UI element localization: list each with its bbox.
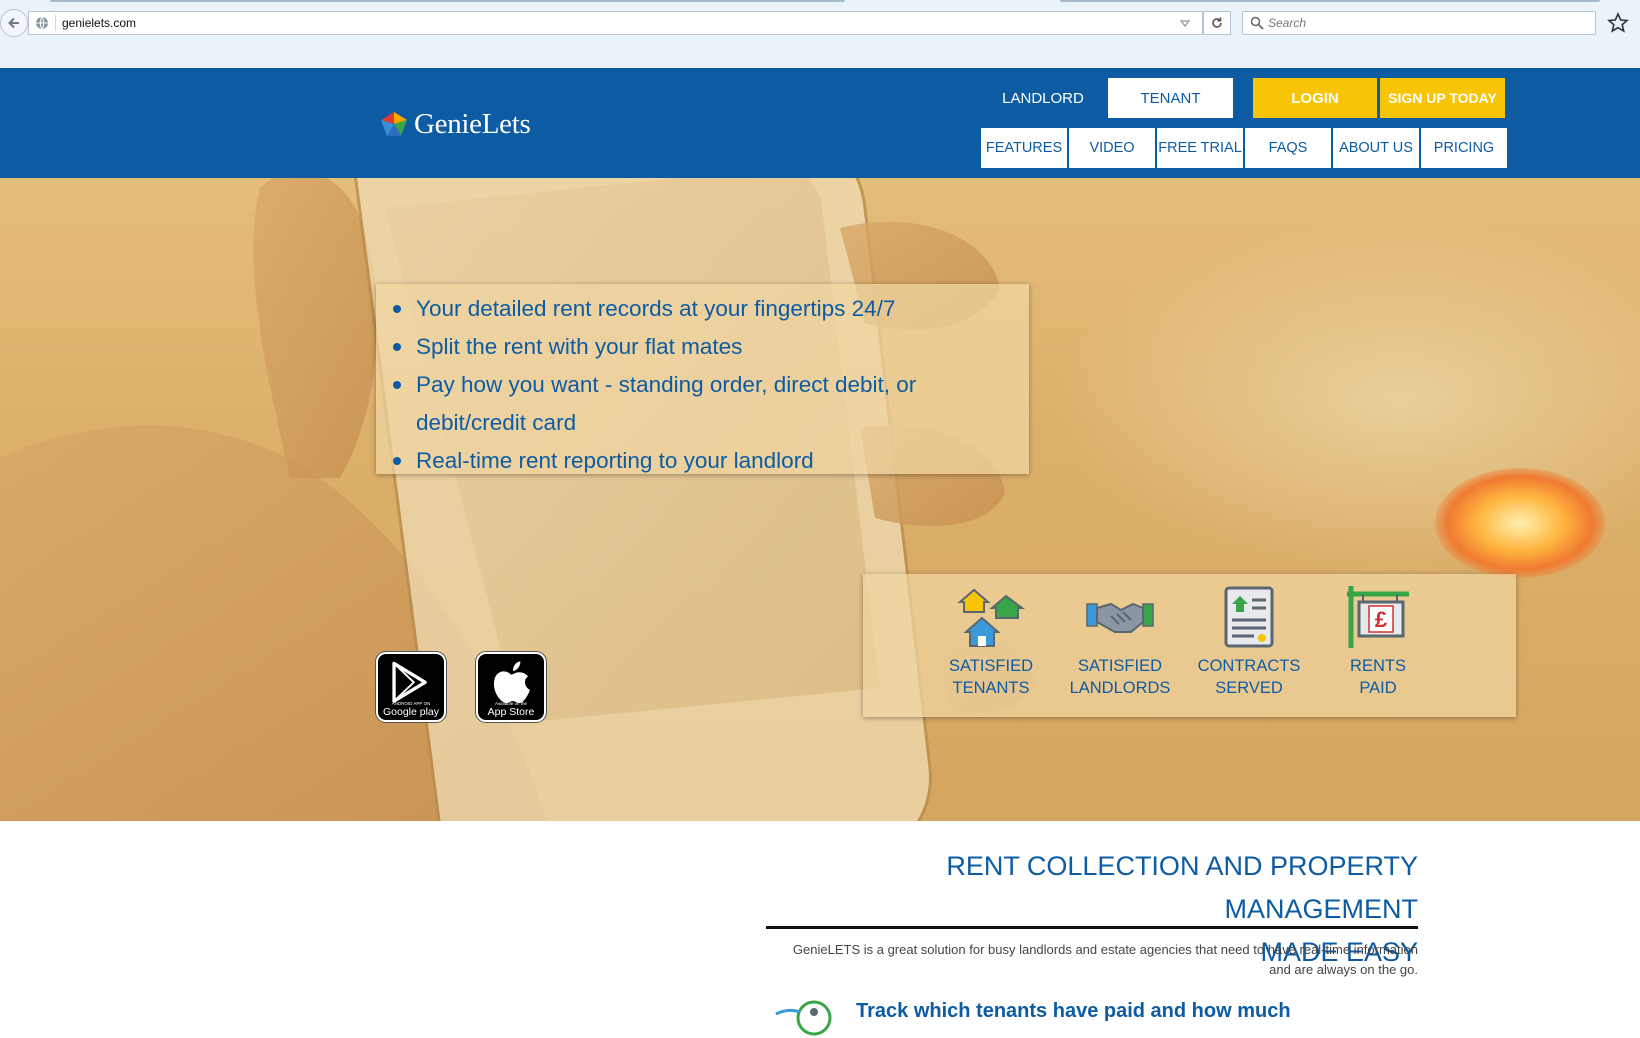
address-bar[interactable]: genielets.com: [28, 11, 1203, 35]
stat-contracts-served: CONTRACTS SERVED: [1184, 582, 1314, 699]
globe-icon: [36, 16, 48, 30]
divider: [766, 926, 1418, 929]
address-separator: [55, 15, 56, 31]
tab-strip: [0, 0, 1640, 3]
nav-free-trial[interactable]: FREE TRIAL: [1157, 128, 1243, 168]
nav-pricing[interactable]: PRICING: [1421, 128, 1507, 168]
stat-satisfied-tenants: SATISFIED TENANTS: [926, 582, 1056, 699]
nav-video[interactable]: VIDEO: [1069, 128, 1155, 168]
url-text[interactable]: genielets.com: [62, 16, 136, 30]
hero-benefits-box: Your detailed rent records at your finge…: [376, 284, 1029, 474]
nav-features[interactable]: FEATURES: [981, 128, 1067, 168]
back-arrow-icon: [8, 17, 19, 29]
stat-label: SATISFIED TENANTS: [926, 655, 1056, 699]
bookmark-star-icon[interactable]: [1607, 12, 1629, 34]
stat-label: RENTS PAID: [1313, 655, 1443, 699]
benefit-item: Split the rent with your flat mates: [393, 328, 976, 366]
benefit-item: Pay how you want - standing order, direc…: [393, 366, 976, 442]
tenant-tab[interactable]: TENANT: [1108, 78, 1233, 118]
stat-label-line: SERVED: [1215, 679, 1283, 697]
pound-sign-icon: £: [1347, 586, 1409, 648]
genielets-logo-icon: [381, 111, 407, 136]
light-flare: [1435, 468, 1605, 578]
feature-heading: Track which tenants have paid and how mu…: [856, 1000, 1291, 1022]
login-button[interactable]: LOGIN: [1253, 78, 1377, 118]
hero-banner: Your detailed rent records at your finge…: [0, 178, 1640, 821]
stat-label-line: SATISFIED: [1077, 657, 1163, 675]
landlord-tab[interactable]: LANDLORD: [988, 78, 1098, 118]
stat-label-line: SATISFIED: [948, 657, 1034, 675]
logo[interactable]: GenieLets: [377, 108, 531, 141]
google-play-caption: Google play: [382, 706, 440, 718]
brand-name: GenieLets: [414, 108, 531, 140]
tab-edge[interactable]: [1060, 0, 1600, 2]
stats-panel: SATISFIED TENANTS SATISFIED LANDLORDS CO…: [863, 574, 1516, 717]
stat-rents-paid: £ RENTS PAID: [1313, 582, 1443, 699]
stat-label-line: CONTRACTS: [1197, 657, 1301, 675]
benefit-item: Real-time rent reporting to your landlor…: [393, 442, 976, 480]
tagline-line: RENT COLLECTION AND PROPERTY MANAGEMENT: [946, 851, 1418, 924]
benefit-item: Your detailed rent records at your finge…: [393, 290, 976, 328]
handshake-icon: [1086, 602, 1154, 633]
reload-icon: [1212, 17, 1222, 28]
stat-label-line: TENANTS: [952, 679, 1030, 697]
search-icon: [1250, 16, 1264, 30]
intro-text: GenieLETS is a great solution for busy l…: [766, 940, 1418, 980]
stat-label-line: LANDLORDS: [1069, 679, 1171, 697]
search-input[interactable]: [1268, 14, 1588, 32]
svg-text:£: £: [1375, 607, 1388, 632]
browser-toolbar: genielets.com: [0, 0, 1640, 68]
dropdown-arrow-icon[interactable]: [1179, 17, 1191, 29]
signup-button[interactable]: SIGN UP TODAY: [1380, 78, 1505, 118]
houses-icon: [957, 588, 1025, 647]
intro-line: and are always on the go.: [1269, 962, 1418, 977]
nav-about-us[interactable]: ABOUT US: [1333, 128, 1419, 168]
hand-holding-phone-image: [0, 178, 1035, 821]
intro-line: GenieLETS is a great solution for busy l…: [792, 942, 1418, 957]
feature-icon: [775, 1000, 832, 1036]
main-nav: FEATURES VIDEO FREE TRIAL FAQS ABOUT US …: [981, 128, 1509, 168]
stat-label-line: PAID: [1359, 679, 1397, 697]
tab-edge[interactable]: [50, 0, 845, 2]
stat-label: SATISFIED LANDLORDS: [1055, 655, 1185, 699]
stat-label: CONTRACTS SERVED: [1184, 655, 1314, 699]
contract-icon: [1224, 586, 1274, 648]
site-header: GenieLets LANDLORD TENANT LOGIN SIGN UP …: [0, 68, 1640, 178]
search-bar[interactable]: [1242, 11, 1596, 35]
stat-label-line: RENTS: [1350, 657, 1406, 675]
stat-satisfied-landlords: SATISFIED LANDLORDS: [1055, 582, 1185, 699]
reload-button[interactable]: [1203, 11, 1231, 35]
google-play-badge[interactable]: ANDROID APP ON Google play: [376, 652, 446, 722]
back-button[interactable]: [0, 9, 28, 37]
nav-faqs[interactable]: FAQS: [1245, 128, 1331, 168]
app-store-badge[interactable]: Available on the App Store: [476, 652, 546, 722]
app-store-caption: App Store: [487, 706, 535, 718]
